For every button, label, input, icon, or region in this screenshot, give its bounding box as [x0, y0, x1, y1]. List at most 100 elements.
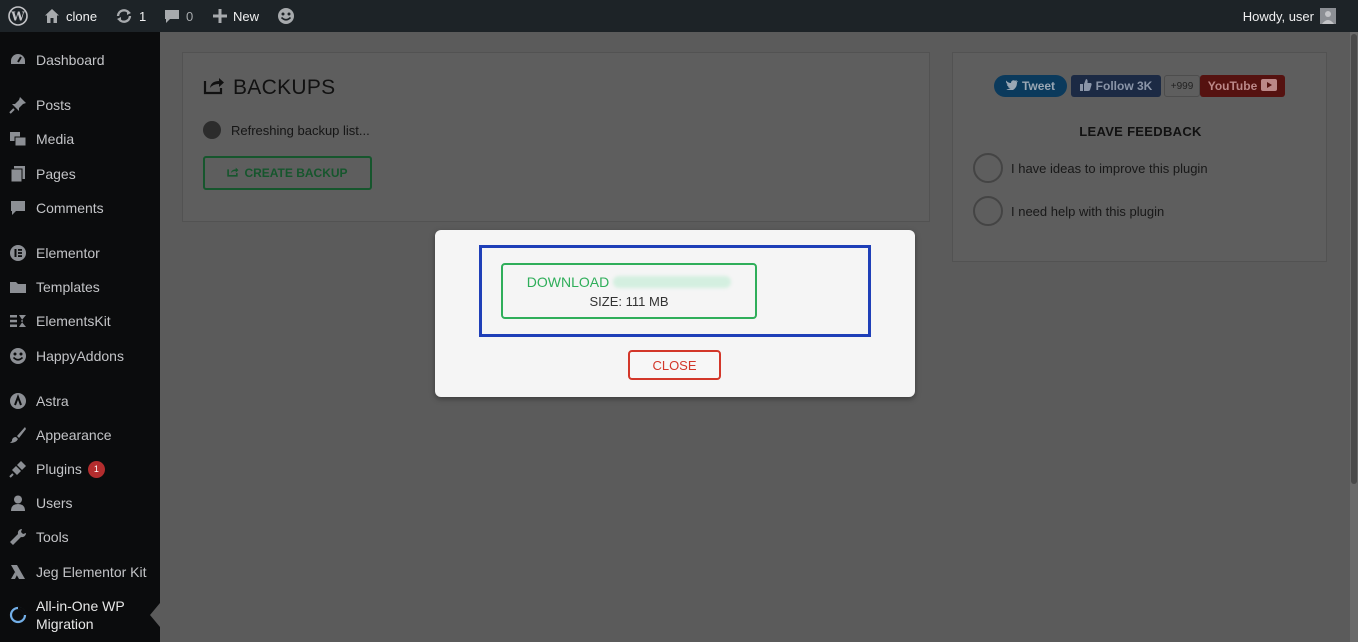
elementskit-icon — [8, 311, 28, 331]
sidebar-item-label: All-in-One WP Migration — [36, 598, 125, 632]
sidebar-item-label: Templates — [36, 279, 100, 295]
sidebar-item-templates[interactable]: Templates — [0, 270, 160, 304]
admin-sidebar: Dashboard Posts Media Pages Comments Ele… — [0, 32, 160, 642]
happyaddons-bar-icon[interactable] — [277, 0, 295, 32]
comment-icon — [8, 198, 28, 218]
page-scrollbar[interactable] — [1350, 32, 1358, 642]
sidebar-item-elementor[interactable]: Elementor — [0, 236, 160, 270]
youtube-label: YouTube — [1207, 79, 1258, 93]
current-menu-arrow — [150, 603, 160, 627]
sidebar-item-label: Comments — [36, 200, 104, 216]
leave-feedback-title: LEAVE FEEDBACK — [1079, 124, 1202, 139]
sidebar-item-all-in-one-wp-migration[interactable]: All-in-One WP Migration — [0, 589, 160, 641]
sidebar-item-label: Users — [36, 495, 73, 511]
wrench-icon — [8, 527, 28, 547]
backups-panel: BACKUPS Refreshing backup list... CREATE… — [182, 52, 930, 222]
sidebar-item-tools[interactable]: Tools — [0, 520, 160, 554]
thumbs-up-icon — [1079, 78, 1092, 94]
astra-icon — [8, 391, 28, 411]
follower-count-badge: +999 — [1164, 75, 1200, 97]
plugins-update-badge: 1 — [87, 460, 105, 478]
refresh-status: Refreshing backup list... — [203, 121, 370, 139]
follow-label: Follow 3K — [1095, 79, 1153, 93]
export-icon — [227, 166, 239, 180]
home-icon — [44, 8, 60, 24]
sidebar-item-users[interactable]: Users — [0, 486, 160, 520]
sidebar-item-happyaddons[interactable]: HappyAddons — [0, 339, 160, 373]
wordpress-logo-icon[interactable]: W — [8, 0, 28, 32]
brush-icon — [8, 425, 28, 445]
feedback-option-label: I have ideas to improve this plugin — [1011, 160, 1208, 176]
new-label: New — [233, 8, 260, 24]
sidebar-item-label: Jeg Elementor Kit — [36, 564, 147, 580]
tweet-button[interactable]: Tweet — [994, 75, 1067, 97]
sidebar-item-jeg-elementor-kit[interactable]: Jeg Elementor Kit — [0, 555, 160, 589]
refresh-status-text: Refreshing backup list... — [231, 122, 370, 138]
sidebar-item-label: Plugins — [36, 461, 82, 477]
follower-count: +999 — [1170, 80, 1194, 92]
user-account-link[interactable]: Howdy, user — [1243, 0, 1336, 32]
tweet-label: Tweet — [1021, 79, 1056, 93]
feedback-option-label: I need help with this plugin — [1011, 203, 1165, 219]
sidebar-item-label: ElementsKit — [36, 313, 111, 329]
radio-icon[interactable] — [973, 153, 1003, 183]
sidebar-item-label: Dashboard — [36, 52, 105, 68]
media-icon — [8, 129, 28, 149]
sidebar-item-label: Appearance — [36, 427, 112, 443]
backup-size: SIZE: 111 MB — [589, 294, 669, 309]
radio-icon[interactable] — [973, 196, 1003, 226]
create-backup-label: CREATE BACKUP — [244, 166, 348, 180]
spinner-icon — [203, 121, 221, 139]
feedback-option-help[interactable]: I need help with this plugin — [973, 196, 1164, 226]
feedback-panel: Tweet Follow 3K +999 YouTube LEAVE FEEDB… — [952, 52, 1327, 262]
refresh-icon — [115, 8, 133, 24]
close-button[interactable]: CLOSE — [628, 350, 721, 380]
facebook-follow-button[interactable]: Follow 3K — [1071, 75, 1161, 97]
happyaddons-icon — [8, 346, 28, 366]
site-name: clone — [66, 8, 98, 24]
sidebar-item-astra[interactable]: Astra — [0, 384, 160, 418]
download-modal: DOWNLOAD SIZE: 111 MB CLOSE — [435, 230, 915, 397]
plus-icon — [213, 9, 227, 23]
backups-title-text: BACKUPS — [233, 76, 336, 99]
howdy-text: Howdy, user — [1242, 8, 1314, 24]
feedback-option-ideas[interactable]: I have ideas to improve this plugin — [973, 153, 1208, 183]
page-title: BACKUPS — [203, 75, 335, 101]
avatar — [1320, 8, 1336, 24]
site-name-link[interactable]: clone — [44, 0, 97, 32]
sidebar-item-elementskit[interactable]: ElementsKit — [0, 304, 160, 338]
comments-link[interactable]: 0 — [164, 0, 193, 32]
play-icon — [1261, 78, 1278, 94]
updates-count: 1 — [139, 8, 147, 24]
migration-icon — [8, 605, 28, 625]
admin-bar: W clone 1 0 New Howdy, user — [0, 0, 1358, 32]
svg-text:W: W — [10, 10, 25, 24]
dashboard-icon — [8, 50, 28, 70]
sidebar-item-dashboard[interactable]: Dashboard — [0, 43, 160, 77]
youtube-button[interactable]: YouTube — [1200, 75, 1285, 97]
sidebar-item-label: Posts — [36, 97, 72, 113]
sidebar-item-plugins[interactable]: Plugins 1 — [0, 452, 160, 486]
sidebar-item-comments[interactable]: Comments — [0, 191, 160, 225]
user-icon — [8, 493, 28, 513]
sidebar-item-posts[interactable]: Posts — [0, 88, 160, 122]
scrollbar-thumb[interactable] — [1351, 34, 1357, 484]
close-label: CLOSE — [652, 357, 697, 373]
download-label: DOWNLOAD — [526, 274, 610, 290]
sidebar-item-label: Tools — [36, 529, 69, 545]
download-backup-button[interactable]: DOWNLOAD SIZE: 111 MB — [501, 263, 757, 319]
comment-icon — [164, 8, 180, 24]
create-backup-button[interactable]: CREATE BACKUP — [203, 156, 372, 190]
new-content-link[interactable]: New — [213, 0, 259, 32]
export-icon — [203, 75, 225, 101]
updates-link[interactable]: 1 — [115, 0, 146, 32]
folder-icon — [8, 277, 28, 297]
sidebar-item-label: Media — [36, 131, 75, 147]
pages-icon — [8, 164, 28, 184]
sidebar-item-label: Astra — [36, 393, 69, 409]
sidebar-item-appearance[interactable]: Appearance — [0, 418, 160, 452]
jeg-icon — [8, 562, 28, 582]
sidebar-item-label: Pages — [36, 166, 76, 182]
sidebar-item-pages[interactable]: Pages — [0, 157, 160, 191]
sidebar-item-media[interactable]: Media — [0, 122, 160, 156]
